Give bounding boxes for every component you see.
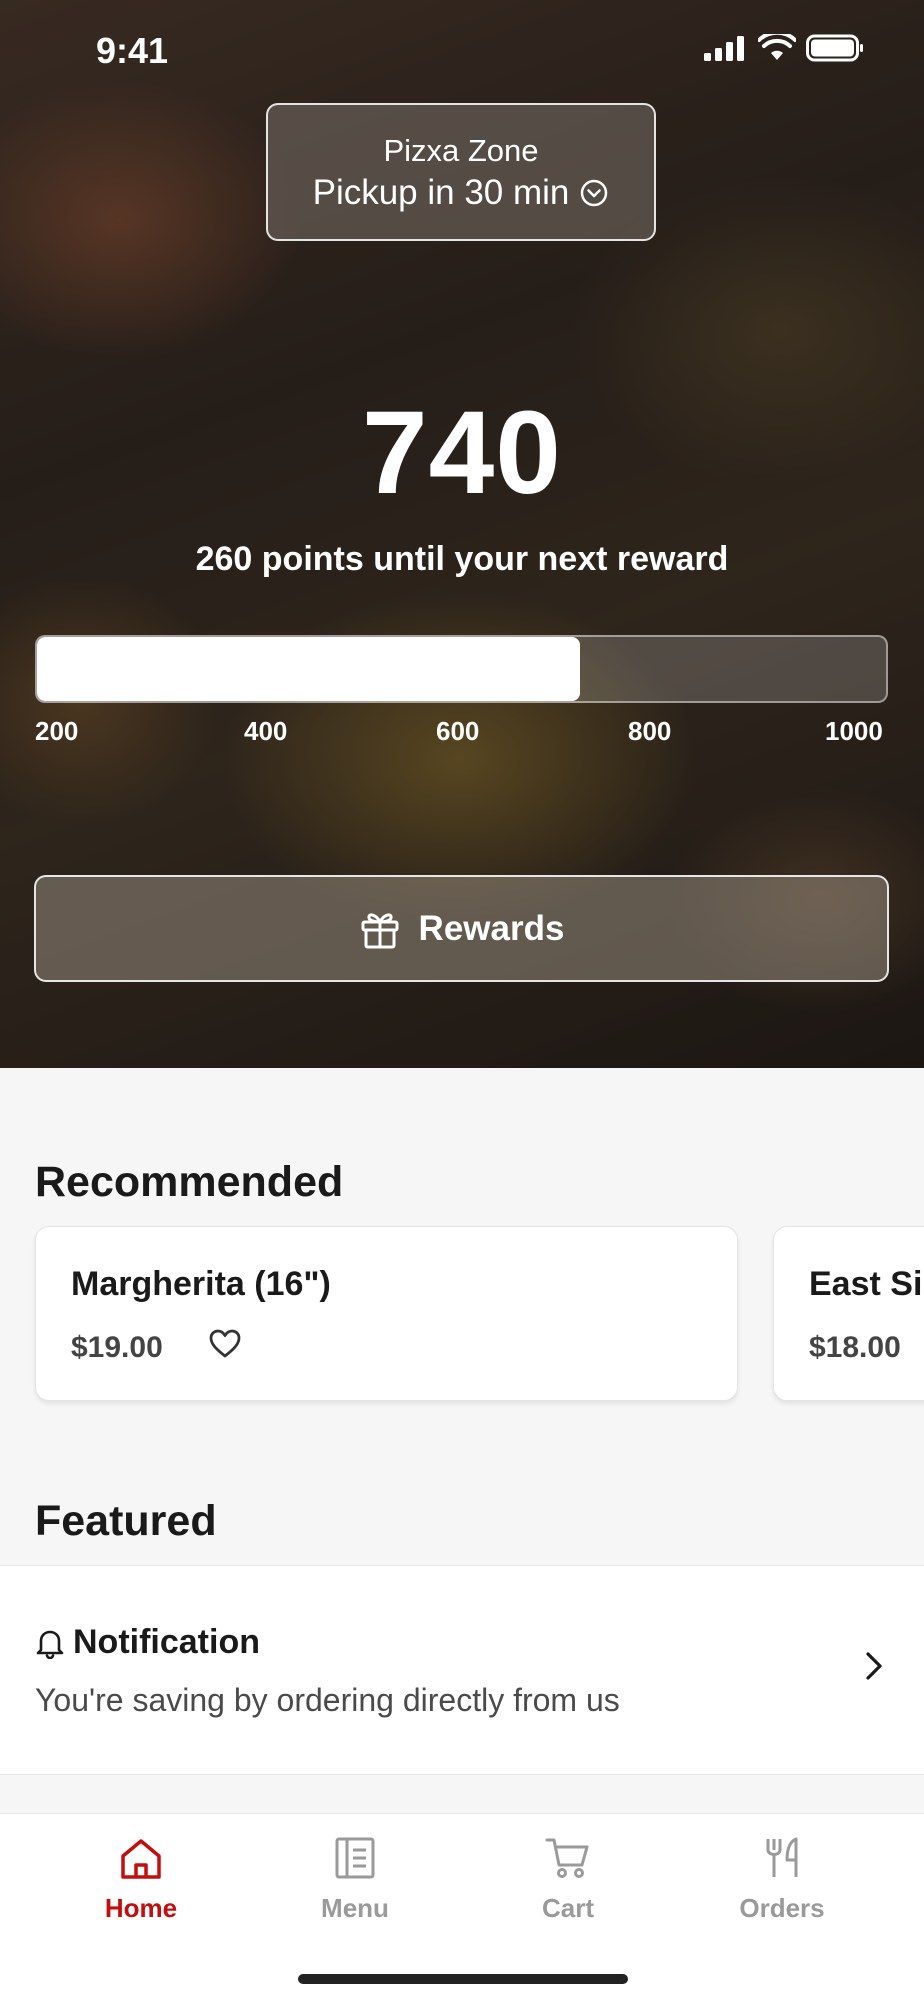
tab-orders[interactable]: Orders: [702, 1836, 862, 1924]
recommended-title: Recommended: [35, 1158, 344, 1206]
hero-banner: 9:41 Pizxa Zone Pickup in 30 min 740 260…: [0, 0, 924, 1068]
tab-label: Menu: [321, 1893, 389, 1923]
status-icons: [704, 34, 864, 62]
home-icon: [121, 1839, 161, 1879]
progress-tick: 1000: [825, 716, 883, 746]
item-name: East Si: [809, 1265, 923, 1303]
home-indicator: [298, 1974, 628, 1984]
notification-body: You're saving by ordering directly from …: [35, 1682, 620, 1718]
progress-tick: 600: [436, 716, 480, 746]
store-pickup-selector[interactable]: Pizxa Zone Pickup in 30 min: [266, 103, 656, 241]
rewards-button[interactable]: Rewards: [34, 875, 889, 982]
notification-title: Notification: [73, 1623, 260, 1661]
tab-cart[interactable]: Cart: [488, 1836, 648, 1924]
notification-row[interactable]: Notification You're saving by ordering d…: [0, 1565, 924, 1775]
heart-icon[interactable]: [208, 1327, 242, 1361]
progress-tick: 200: [35, 716, 79, 746]
points-until-reward: 260 points until your next reward: [195, 540, 729, 578]
status-time: 9:41: [96, 30, 169, 71]
item-price: $18.00: [809, 1331, 901, 1364]
progress-tick: 400: [244, 716, 288, 746]
wifi-icon: [758, 34, 796, 60]
chevron-right-icon: [866, 1652, 882, 1680]
bell-icon: [36, 1630, 64, 1659]
item-name: Margherita (16"): [71, 1265, 331, 1303]
tab-label: Cart: [541, 1893, 594, 1923]
cart-icon: [545, 1838, 589, 1878]
recommended-card[interactable]: East Si $18.00: [773, 1226, 924, 1401]
featured-title: Featured: [35, 1497, 217, 1545]
tab-bar: Home Menu Cart Orders: [0, 1813, 924, 2001]
rewards-button-label: Rewards: [418, 908, 565, 948]
recommended-card[interactable]: Margherita (16") $19.00: [35, 1226, 738, 1401]
gift-icon: [361, 912, 399, 948]
menu-icon: [335, 1837, 375, 1879]
battery-icon: [806, 34, 863, 62]
store-name: Pizxa Zone: [383, 133, 539, 168]
tab-menu[interactable]: Menu: [275, 1836, 435, 1924]
rewards-progress-bar: [35, 635, 888, 703]
orders-icon: [766, 1837, 798, 1877]
chevron-down-circle-icon: [581, 179, 608, 207]
progress-tick: 800: [628, 716, 672, 746]
tab-label: Orders: [739, 1893, 825, 1923]
signal-icon: [704, 36, 744, 61]
pickup-time-label: Pickup in 30 min: [312, 173, 570, 212]
points-balance: 740: [362, 387, 562, 519]
tab-home[interactable]: Home: [61, 1836, 221, 1924]
rewards-progress-fill: [37, 637, 581, 701]
item-price: $19.00: [71, 1331, 163, 1364]
tab-label: Home: [104, 1893, 178, 1923]
